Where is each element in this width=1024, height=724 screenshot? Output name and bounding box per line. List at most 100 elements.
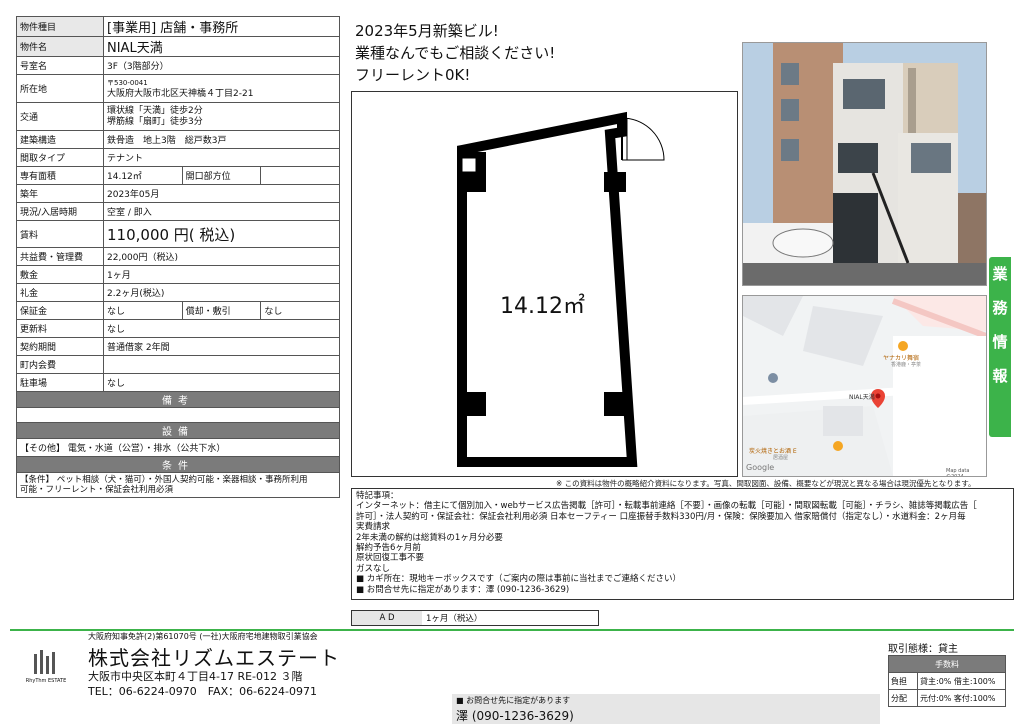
spec-label: 現況/入居時期 [16,202,104,221]
remarks-line: インターネット：借主にて個別加入・webサービス広告掲載［許可］・転載事前連絡［… [356,501,977,512]
spec-label: 建築構造 [16,130,104,149]
headline-line: フリーレント0K! [355,66,471,84]
spec-label: 礼金 [16,283,104,302]
built-value: 2023年05月 [103,184,340,203]
location-cell: 〒530-0041 大阪府大阪市北区天神橋４丁目2-21 [103,74,340,103]
structure-value: 鉄骨造 地上3階 総戸数3戸 [103,130,340,149]
spec-label: 償却・敷引 [181,301,262,320]
contact-line: 澤 (090-1236-3629) [456,709,574,723]
postal-code: 〒530-0041 [107,78,148,87]
town-fee-value [103,355,340,374]
property-type-value: [事業用] 店舗・事務所 [103,16,340,37]
spec-label: 町内会費 [16,355,104,374]
company-tel: TEL：06-6224-0970 FAX：06-6224-0971 [88,685,318,698]
fee-header: 手数料 [888,655,1006,673]
remarks-line: 実費請求 [356,522,391,533]
remarks-line: 許可］・法人契約可・保証会社：保証会社利用必須 日本セーフティー 口座振替手数料… [356,511,966,522]
company-name: 株式会社リズムエステート [88,646,340,670]
remarks-empty [16,407,340,423]
business-info-tab: 業 務 情 報 [989,257,1011,437]
map-label: 居酒屋 [773,455,789,461]
key-money-value: 2.2ヶ月(税込) [103,283,340,302]
location-map: ヤナカリ舞宿 香港鹿・亭茶 NIAL天満 炭火焼きとお酒 E 居酒屋 Googl… [742,295,987,477]
logo-text: RhyThm ESTATE [25,678,67,684]
common-fee-value: 22,000円（税込) [103,247,340,266]
guarantee-value: なし [103,301,183,320]
google-logo: Google [746,463,775,472]
fee-table: 手数料 負担 貸主:0% 借主:100% 分配 元付:0% 客付:100% [888,655,1006,707]
renewal-value: なし [103,319,340,338]
map-label: NIAL天満 [849,394,875,401]
tab-char: 情 [992,333,1008,351]
orientation-value [260,166,340,185]
remarks-line: ■ カギ所在：現地キーボックスです（ご案内の際は事前に当社までご連絡ください） [356,574,681,585]
map-copyright: Map data ©2024 [946,468,970,477]
tab-char: 務 [992,299,1008,317]
ad-row: A D 1ヶ月（税込） [351,610,599,626]
spec-label: 所在地 [16,74,104,103]
contract-value: 普通借家 2年間 [103,337,340,356]
remarks-title: 特記事項： [356,491,399,501]
remarks-line: 2年未満の解約は総賃料の1ヶ月分必要 [356,532,503,543]
transaction-mode: 取引態様：貸主 [888,644,958,655]
remarks-line: 解約予告6ヶ月前 [356,543,421,554]
map-label: 香港鹿・亭茶 [891,362,922,368]
facilities-header: 設備 [16,422,340,439]
deposit-value: 1ヶ月 [103,265,340,284]
contact-line: ■ お問合せ先に指定があります [456,696,571,705]
spec-label: 更新料 [16,319,104,338]
conditions-header: 条件 [16,456,340,473]
fee-label: 分配 [888,689,918,707]
spec-label: 共益費・管理費 [16,247,104,266]
remarks-line: 原状回復工事不要 [356,553,425,564]
spec-label: 交通 [16,102,104,131]
area-value: 14.12㎡ [103,166,183,185]
headline: 2023年5月新築ビル! 業種なんでもご相談ください! フリーレント0K! [355,20,555,86]
spec-label: 保証金 [16,301,104,320]
transport-line: 環状線「天満」徒歩2分 [107,105,203,116]
spec-label: 賃料 [16,220,104,248]
floor-area-label: 14.12㎡ [500,294,585,319]
ad-value: 1ヶ月（税込） [426,614,483,624]
tab-char: 報 [992,367,1008,385]
spec-label: 契約期間 [16,337,104,356]
spec-label: 敷金 [16,265,104,284]
tab-char: 業 [992,265,1008,283]
license-text: 大阪府知事免許(2)第61070号 (一社)大阪府宅地建物取引業協会 [88,632,318,641]
remarks-line: ■ お問合せ先に指定があります：澤 (090-1236-3629) [356,584,570,595]
facilities-text: 【その他】 電気・水道（公営）・排水（公共下水） [16,438,340,457]
spec-label: 開口部方位 [181,166,262,185]
conditions-line: 【条件】 ペット相談（犬・猫可）・外国人契約可能・楽器相談・事務所利用 [20,475,308,485]
headline-line: 業種なんでもご相談ください! [355,44,556,62]
transport-cell: 環状線「天満」徒歩2分 堺筋線「扇町」徒歩3分 [103,102,340,131]
floor-plan: 14.12㎡ [351,91,738,477]
room-value: 3F（3階部分） [103,56,340,75]
status-value: 空室 / 即入 [103,202,340,221]
spec-label: 号室名 [16,56,104,75]
spec-label: 築年 [16,184,104,203]
fee-value: 貸主:0% 借主:100% [917,672,1006,690]
remarks-line: ガスなし [356,563,391,574]
fee-label: 負担 [888,672,918,690]
spec-label: 物件種目 [16,16,104,37]
contact-bar: ■ お問合せ先に指定があります 澤 (090-1236-3629) [452,694,880,724]
rent-value: 110,000 円( 税込) [103,220,340,248]
ad-label: A D [352,611,422,625]
company-address: 大阪市中央区本町４丁目4-17 RE-012 ３階 [88,670,303,683]
parking-value: なし [103,373,340,392]
layout-value: テナント [103,148,340,167]
company-logo: RhyThm ESTATE [20,644,72,694]
property-name-value: NIAL天満 [103,36,340,57]
remarks-header: 備考 [16,391,340,408]
spec-label: 間取タイプ [16,148,104,167]
address-value: 大阪府大阪市北区天神橋４丁目2-21 [107,88,254,99]
spec-label: 物件名 [16,36,104,57]
spec-label: 専有面積 [16,166,104,185]
fee-value: 元付:0% 客付:100% [917,689,1006,707]
special-remarks: 特記事項： インターネット：借主にて個別加入・webサービス広告掲載［許可］・転… [351,488,1014,600]
spec-label: 駐車場 [16,373,104,392]
conditions-cell: 【条件】 ペット相談（犬・猫可）・外国人契約可能・楽器相談・事務所利用 可能・フ… [16,472,340,498]
floor-plan-drawing [457,111,665,467]
transport-line: 堺筋線「扇町」徒歩3分 [107,116,203,127]
headline-line: 2023年5月新築ビル! [355,22,499,40]
